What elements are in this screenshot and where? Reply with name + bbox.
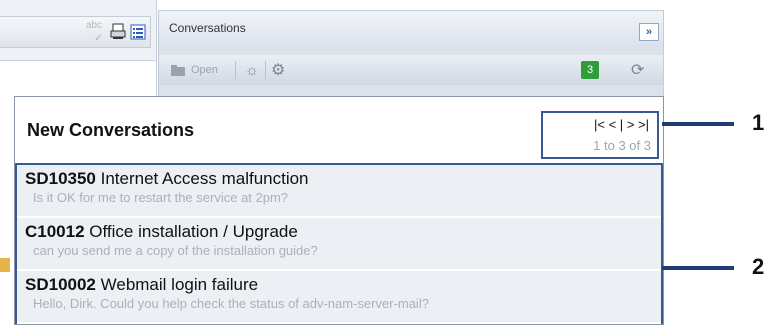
item-id: SD10350 <box>25 169 96 188</box>
panel-divider <box>156 0 157 100</box>
new-count-badge: 3 <box>581 61 599 79</box>
item-subject: Webmail login failure <box>100 275 259 294</box>
first-page-button[interactable]: |< <box>594 117 605 132</box>
list-view-icon[interactable] <box>130 23 146 41</box>
pager-range-text: 1 to 3 of 3 <box>593 138 651 153</box>
checkmark-icon: ✓ <box>94 32 104 44</box>
refresh-icon[interactable]: ⟳ <box>631 60 644 80</box>
callout-line-2 <box>662 266 734 270</box>
item-preview: Is it OK for me to restart the service a… <box>33 190 289 205</box>
pager-controls: |< < | > >| <box>594 117 649 132</box>
print-icon[interactable] <box>110 23 126 41</box>
assign-person-icon[interactable]: ☼ <box>245 62 259 79</box>
item-heading: C10012 Office installation / Upgrade <box>25 222 298 242</box>
list-item[interactable]: SD10350 Internet Access malfunction Is i… <box>17 165 661 218</box>
background-accent <box>0 258 10 272</box>
callout-label-2: 2 <box>752 254 765 279</box>
expand-button[interactable]: » <box>639 23 659 41</box>
callout-label-1: 1 <box>752 110 765 135</box>
prev-page-button[interactable]: < <box>609 117 617 132</box>
popup-title: New Conversations <box>27 120 195 140</box>
open-button[interactable]: Open <box>191 64 218 76</box>
left-toolbar: abc ✓ <box>0 16 151 48</box>
pager: |< < | > >| 1 to 3 of 3 <box>541 111 659 159</box>
conversation-list: SD10350 Internet Access malfunction Is i… <box>15 163 663 324</box>
toolbar-separator <box>235 61 236 79</box>
item-heading: SD10350 Internet Access malfunction <box>25 169 309 189</box>
item-heading: SD10002 Webmail login failure <box>25 275 258 295</box>
open-conversation-icon <box>171 65 185 76</box>
list-item[interactable]: C10012 Office installation / Upgrade can… <box>17 218 661 271</box>
item-subject: Office installation / Upgrade <box>89 222 298 241</box>
conversations-header: Conversations » <box>159 11 663 45</box>
next-page-button[interactable]: > <box>627 117 635 132</box>
list-item[interactable]: SD10002 Webmail login failure Hello, Dir… <box>17 271 661 324</box>
pager-separator: | <box>619 117 624 132</box>
callout-line-1 <box>662 122 734 126</box>
last-page-button[interactable]: >| <box>638 117 649 132</box>
conversations-title: Conversations <box>169 21 246 35</box>
item-id: SD10002 <box>25 275 96 294</box>
settings-icon[interactable]: ⚙ <box>271 60 285 80</box>
toolbar-separator <box>265 61 266 79</box>
item-preview: Hello, Dirk. Could you help check the st… <box>33 296 429 311</box>
item-id: C10012 <box>25 222 85 241</box>
left-toolbar-area: abc ✓ <box>0 0 156 61</box>
new-conversations-popup: New Conversations |< < | > >| 1 to 3 of … <box>14 96 664 325</box>
conversations-toolbar: Open ☼ ⚙ 3 ⟳ <box>159 55 663 85</box>
item-subject: Internet Access malfunction <box>100 169 309 188</box>
conversations-panel: Conversations » Open ☼ ⚙ 3 ⟳ <box>158 10 664 97</box>
item-preview: can you send me a copy of the installati… <box>33 243 318 258</box>
spell-check-icon[interactable]: abc <box>86 21 102 31</box>
